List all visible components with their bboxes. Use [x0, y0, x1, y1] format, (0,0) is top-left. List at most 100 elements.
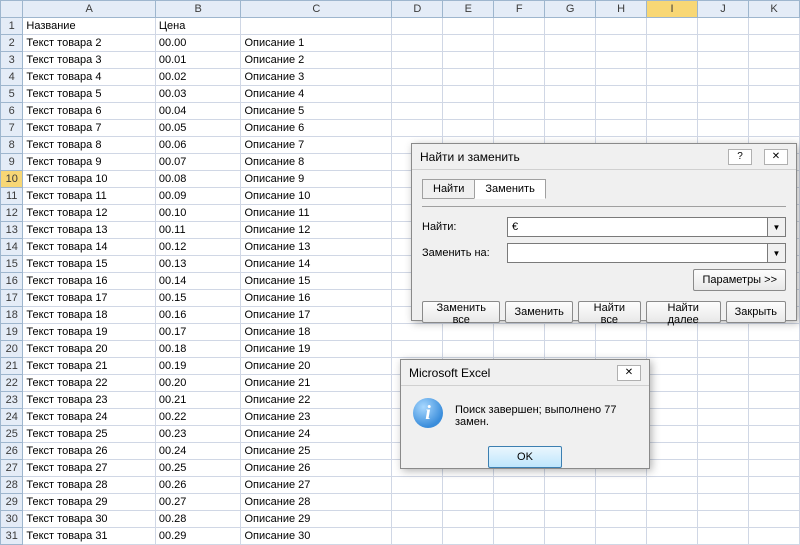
- row-header[interactable]: 8: [1, 137, 23, 154]
- cell[interactable]: [596, 103, 647, 120]
- cell[interactable]: [545, 103, 596, 120]
- cell[interactable]: 00.14: [155, 273, 241, 290]
- cell[interactable]: [392, 69, 443, 86]
- cell[interactable]: [443, 528, 494, 545]
- cell[interactable]: [545, 52, 596, 69]
- row-header[interactable]: 4: [1, 69, 23, 86]
- cell[interactable]: [443, 35, 494, 52]
- cell[interactable]: [443, 69, 494, 86]
- col-header-c[interactable]: C: [241, 1, 392, 18]
- cell[interactable]: [647, 392, 698, 409]
- cell[interactable]: Описание 23: [241, 409, 392, 426]
- cell[interactable]: [443, 511, 494, 528]
- cell[interactable]: [647, 18, 698, 35]
- cell[interactable]: 00.13: [155, 256, 241, 273]
- row-header[interactable]: 13: [1, 222, 23, 239]
- cell[interactable]: [698, 511, 749, 528]
- cell[interactable]: [545, 511, 596, 528]
- cell[interactable]: [698, 52, 749, 69]
- cell[interactable]: Описание 26: [241, 460, 392, 477]
- cell[interactable]: [748, 86, 799, 103]
- find-all-button[interactable]: Найти все: [578, 301, 641, 323]
- cell[interactable]: [596, 511, 647, 528]
- parameters-button[interactable]: Параметры >>: [693, 269, 786, 291]
- cell[interactable]: [596, 52, 647, 69]
- cell[interactable]: [443, 52, 494, 69]
- cell[interactable]: Текст товара 12: [23, 205, 155, 222]
- cell[interactable]: [647, 375, 698, 392]
- cell[interactable]: [698, 358, 749, 375]
- row-header[interactable]: 20: [1, 341, 23, 358]
- cell[interactable]: 00.01: [155, 52, 241, 69]
- cell[interactable]: [748, 375, 799, 392]
- cell[interactable]: Текст товара 26: [23, 443, 155, 460]
- cell[interactable]: Текст товара 17: [23, 290, 155, 307]
- row-header[interactable]: 23: [1, 392, 23, 409]
- row-header[interactable]: 10: [1, 171, 23, 188]
- cell[interactable]: [443, 120, 494, 137]
- cell[interactable]: 00.26: [155, 477, 241, 494]
- cell[interactable]: [392, 86, 443, 103]
- cell[interactable]: [443, 86, 494, 103]
- cell[interactable]: Описание 10: [241, 188, 392, 205]
- col-header-k[interactable]: K: [748, 1, 799, 18]
- cell[interactable]: [647, 103, 698, 120]
- cell[interactable]: [596, 69, 647, 86]
- cell[interactable]: Описание 20: [241, 358, 392, 375]
- replace-input[interactable]: [507, 243, 768, 263]
- cell[interactable]: 00.24: [155, 443, 241, 460]
- msg-titlebar[interactable]: Microsoft Excel ✕: [401, 360, 649, 386]
- cell[interactable]: [545, 35, 596, 52]
- row-header[interactable]: 28: [1, 477, 23, 494]
- cell[interactable]: 00.18: [155, 341, 241, 358]
- cell[interactable]: 00.23: [155, 426, 241, 443]
- cell[interactable]: [647, 52, 698, 69]
- row-header[interactable]: 11: [1, 188, 23, 205]
- cell[interactable]: [748, 358, 799, 375]
- cell[interactable]: 00.05: [155, 120, 241, 137]
- cell[interactable]: [392, 341, 443, 358]
- cell[interactable]: [698, 392, 749, 409]
- row-header[interactable]: 19: [1, 324, 23, 341]
- cell[interactable]: [545, 528, 596, 545]
- cell[interactable]: 00.29: [155, 528, 241, 545]
- row-header[interactable]: 24: [1, 409, 23, 426]
- cell[interactable]: Описание 21: [241, 375, 392, 392]
- cell[interactable]: Описание 16: [241, 290, 392, 307]
- cell[interactable]: [596, 341, 647, 358]
- cell[interactable]: [748, 494, 799, 511]
- cell[interactable]: [443, 477, 494, 494]
- cell[interactable]: [494, 35, 545, 52]
- cell[interactable]: [748, 460, 799, 477]
- cell[interactable]: Описание 7: [241, 137, 392, 154]
- row-header[interactable]: 26: [1, 443, 23, 460]
- cell[interactable]: Описание 11: [241, 205, 392, 222]
- cell[interactable]: [698, 494, 749, 511]
- find-input[interactable]: [507, 217, 768, 237]
- cell[interactable]: Текст товара 3: [23, 52, 155, 69]
- cell[interactable]: [698, 528, 749, 545]
- col-header-h[interactable]: H: [596, 1, 647, 18]
- cell[interactable]: [494, 18, 545, 35]
- cell[interactable]: 00.16: [155, 307, 241, 324]
- cell[interactable]: [443, 494, 494, 511]
- cell[interactable]: Описание 18: [241, 324, 392, 341]
- cell[interactable]: [596, 528, 647, 545]
- cell[interactable]: [647, 358, 698, 375]
- select-all-corner[interactable]: [1, 1, 23, 18]
- cell[interactable]: 00.22: [155, 409, 241, 426]
- cell[interactable]: Текст товара 13: [23, 222, 155, 239]
- cell[interactable]: 00.19: [155, 358, 241, 375]
- replace-all-button[interactable]: Заменить все: [422, 301, 500, 323]
- cell[interactable]: Описание 2: [241, 52, 392, 69]
- cell[interactable]: Текст товара 27: [23, 460, 155, 477]
- cell[interactable]: [596, 18, 647, 35]
- cell[interactable]: Описание 17: [241, 307, 392, 324]
- cell[interactable]: Текст товара 24: [23, 409, 155, 426]
- cell[interactable]: [748, 341, 799, 358]
- cell[interactable]: [698, 120, 749, 137]
- col-header-b[interactable]: B: [155, 1, 241, 18]
- cell[interactable]: [748, 18, 799, 35]
- cell[interactable]: Текст товара 11: [23, 188, 155, 205]
- cell[interactable]: Описание 15: [241, 273, 392, 290]
